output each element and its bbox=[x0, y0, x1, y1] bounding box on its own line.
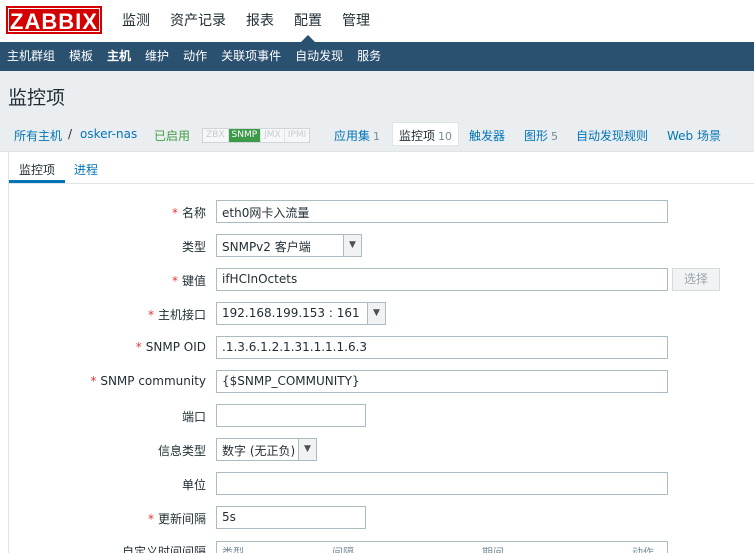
form-tabs: 监控项 进程 bbox=[9, 152, 754, 184]
interface-label: * 主机接口 bbox=[147, 308, 206, 322]
interval-input[interactable]: 5s bbox=[216, 506, 366, 529]
interval-row: * 更新间隔 5s bbox=[9, 506, 754, 530]
graphs-count: 5 bbox=[551, 130, 559, 143]
interval-label: * 更新间隔 bbox=[147, 512, 206, 526]
topnav-inventory[interactable]: 资产记录 bbox=[160, 0, 236, 42]
info-type-select-value: 数字 (无正负) bbox=[222, 444, 296, 458]
info-type-select[interactable]: 数字 (无正负) ▼ bbox=[216, 438, 317, 461]
type-row: 类型 SNMPv2 客户端 ▼ bbox=[9, 234, 754, 258]
tab-item[interactable]: 监控项 bbox=[19, 161, 55, 178]
breadcrumb-all-hosts[interactable]: 所有主机 bbox=[14, 127, 62, 144]
breadcrumb-separator: / bbox=[68, 127, 73, 141]
oid-input[interactable]: .1.3.6.1.2.1.31.1.1.1.6.3 bbox=[216, 336, 668, 359]
zabbix-logo[interactable]: ZABBIX bbox=[6, 6, 102, 34]
column-interval: 间隔 bbox=[332, 546, 354, 553]
page-title: 监控项 bbox=[8, 87, 66, 109]
custom-intervals-row: 自定义时间间隔 类型 间隔 期间 动作 bbox=[9, 536, 754, 553]
badge-jmx: JMX bbox=[261, 129, 285, 142]
breadcrumb-applications[interactable]: 应用集 1 bbox=[334, 127, 380, 144]
active-tab-indicator bbox=[9, 180, 65, 183]
community-row: * SNMP community {$SNMP_COMMUNITY} bbox=[9, 370, 754, 394]
sub-nav: 主机群组 模板 主机 维护 动作 关联项事件 自动发现 服务 bbox=[0, 42, 754, 71]
topnav-reports[interactable]: 报表 bbox=[236, 0, 284, 42]
type-select[interactable]: SNMPv2 客户端 ▼ bbox=[216, 234, 362, 257]
info-type-row: 信息类型 数字 (无正负) ▼ bbox=[9, 438, 754, 462]
badge-snmp: SNMP bbox=[228, 129, 262, 142]
oid-label: * SNMP OID bbox=[135, 340, 206, 354]
interface-row: * 主机接口 192.168.199.153 : 161 ▼ bbox=[9, 302, 754, 326]
subnav-event-correlation[interactable]: 关联项事件 bbox=[214, 42, 288, 71]
units-input[interactable] bbox=[216, 472, 668, 495]
subnav-hosts[interactable]: 主机 bbox=[100, 42, 138, 71]
port-row: 端口 bbox=[9, 404, 754, 428]
topnav-monitoring[interactable]: 监测 bbox=[112, 0, 160, 42]
graphs-label: 图形 bbox=[524, 129, 549, 143]
badge-ipmi: IPMI bbox=[284, 129, 310, 142]
column-type: 类型 bbox=[222, 546, 244, 553]
community-label: * SNMP community bbox=[90, 374, 206, 388]
breadcrumb-web-scenarios[interactable]: Web 场景 bbox=[667, 127, 721, 144]
topnav-administration[interactable]: 管理 bbox=[332, 0, 380, 42]
port-input[interactable] bbox=[216, 404, 366, 427]
key-input[interactable]: ifHCInOctets bbox=[216, 268, 668, 291]
custom-intervals-table-header: 类型 间隔 期间 动作 bbox=[216, 541, 668, 553]
custom-intervals-label: 自定义时间间隔 bbox=[121, 545, 206, 553]
select-key-button[interactable]: 选择 bbox=[672, 268, 720, 291]
interface-select-value: 192.168.199.153 : 161 bbox=[222, 306, 360, 320]
subnav-maintenance[interactable]: 维护 bbox=[138, 42, 176, 71]
interface-select[interactable]: 192.168.199.153 : 161 ▼ bbox=[216, 302, 386, 325]
breadcrumb-discovery-rules[interactable]: 自动发现规则 bbox=[576, 127, 648, 144]
applications-count: 1 bbox=[373, 130, 381, 143]
topnav-configuration[interactable]: 配置 bbox=[284, 0, 332, 42]
subnav-actions[interactable]: 动作 bbox=[176, 42, 214, 71]
top-nav: 监测 资产记录 报表 配置 管理 bbox=[112, 0, 380, 42]
badge-zbx: ZBX bbox=[203, 129, 229, 142]
item-form-panel: 监控项 进程 * 名称 eth0网卡入流量 类型 SNMPv2 客户端 ▼ * 键值… bbox=[8, 152, 754, 553]
subnav-templates[interactable]: 模板 bbox=[62, 42, 100, 71]
breadcrumb-host[interactable]: osker-nas bbox=[80, 127, 137, 141]
breadcrumb: 所有主机 / osker-nas 已启用 ZBX SNMP JMX IPMI 应… bbox=[0, 118, 754, 152]
availability-badges: ZBX SNMP JMX IPMI bbox=[202, 128, 311, 143]
page-header: 监控项 bbox=[0, 71, 754, 118]
units-label: 单位 bbox=[181, 478, 206, 492]
chevron-down-icon: ▼ bbox=[298, 439, 316, 460]
subnav-services[interactable]: 服务 bbox=[350, 42, 388, 71]
key-label: * 键值 bbox=[171, 274, 206, 288]
applications-label: 应用集 bbox=[334, 129, 371, 143]
name-input[interactable]: eth0网卡入流量 bbox=[216, 200, 668, 223]
oid-row: * SNMP OID .1.3.6.1.2.1.31.1.1.1.6.3 bbox=[9, 336, 754, 360]
units-row: 单位 bbox=[9, 472, 754, 496]
breadcrumb-triggers[interactable]: 触发器 bbox=[469, 127, 505, 144]
top-bar: ZABBIX 监测 资产记录 报表 配置 管理 bbox=[0, 0, 754, 42]
info-type-label: 信息类型 bbox=[157, 444, 206, 458]
type-label: 类型 bbox=[181, 240, 206, 254]
breadcrumb-items[interactable]: 监控项 10 bbox=[392, 122, 460, 146]
tab-preprocessing[interactable]: 进程 bbox=[74, 161, 98, 178]
chevron-down-icon: ▼ bbox=[367, 303, 385, 324]
column-action: 动作 bbox=[632, 546, 654, 553]
chevron-down-icon: ▼ bbox=[343, 235, 361, 256]
column-period: 期间 bbox=[482, 546, 504, 553]
items-count: 10 bbox=[438, 130, 453, 143]
type-select-value: SNMPv2 客户端 bbox=[222, 240, 311, 254]
key-row: * 键值 ifHCInOctets 选择 bbox=[9, 268, 754, 292]
port-label: 端口 bbox=[181, 410, 206, 424]
name-label: * 名称 bbox=[171, 206, 206, 220]
breadcrumb-graphs[interactable]: 图形 5 bbox=[524, 127, 558, 144]
name-row: * 名称 eth0网卡入流量 bbox=[9, 200, 754, 224]
items-label: 监控项 bbox=[399, 129, 436, 143]
subnav-discovery[interactable]: 自动发现 bbox=[288, 42, 350, 71]
host-status-enabled[interactable]: 已启用 bbox=[154, 127, 190, 144]
subnav-host-groups[interactable]: 主机群组 bbox=[0, 42, 62, 71]
community-input[interactable]: {$SNMP_COMMUNITY} bbox=[216, 370, 668, 393]
